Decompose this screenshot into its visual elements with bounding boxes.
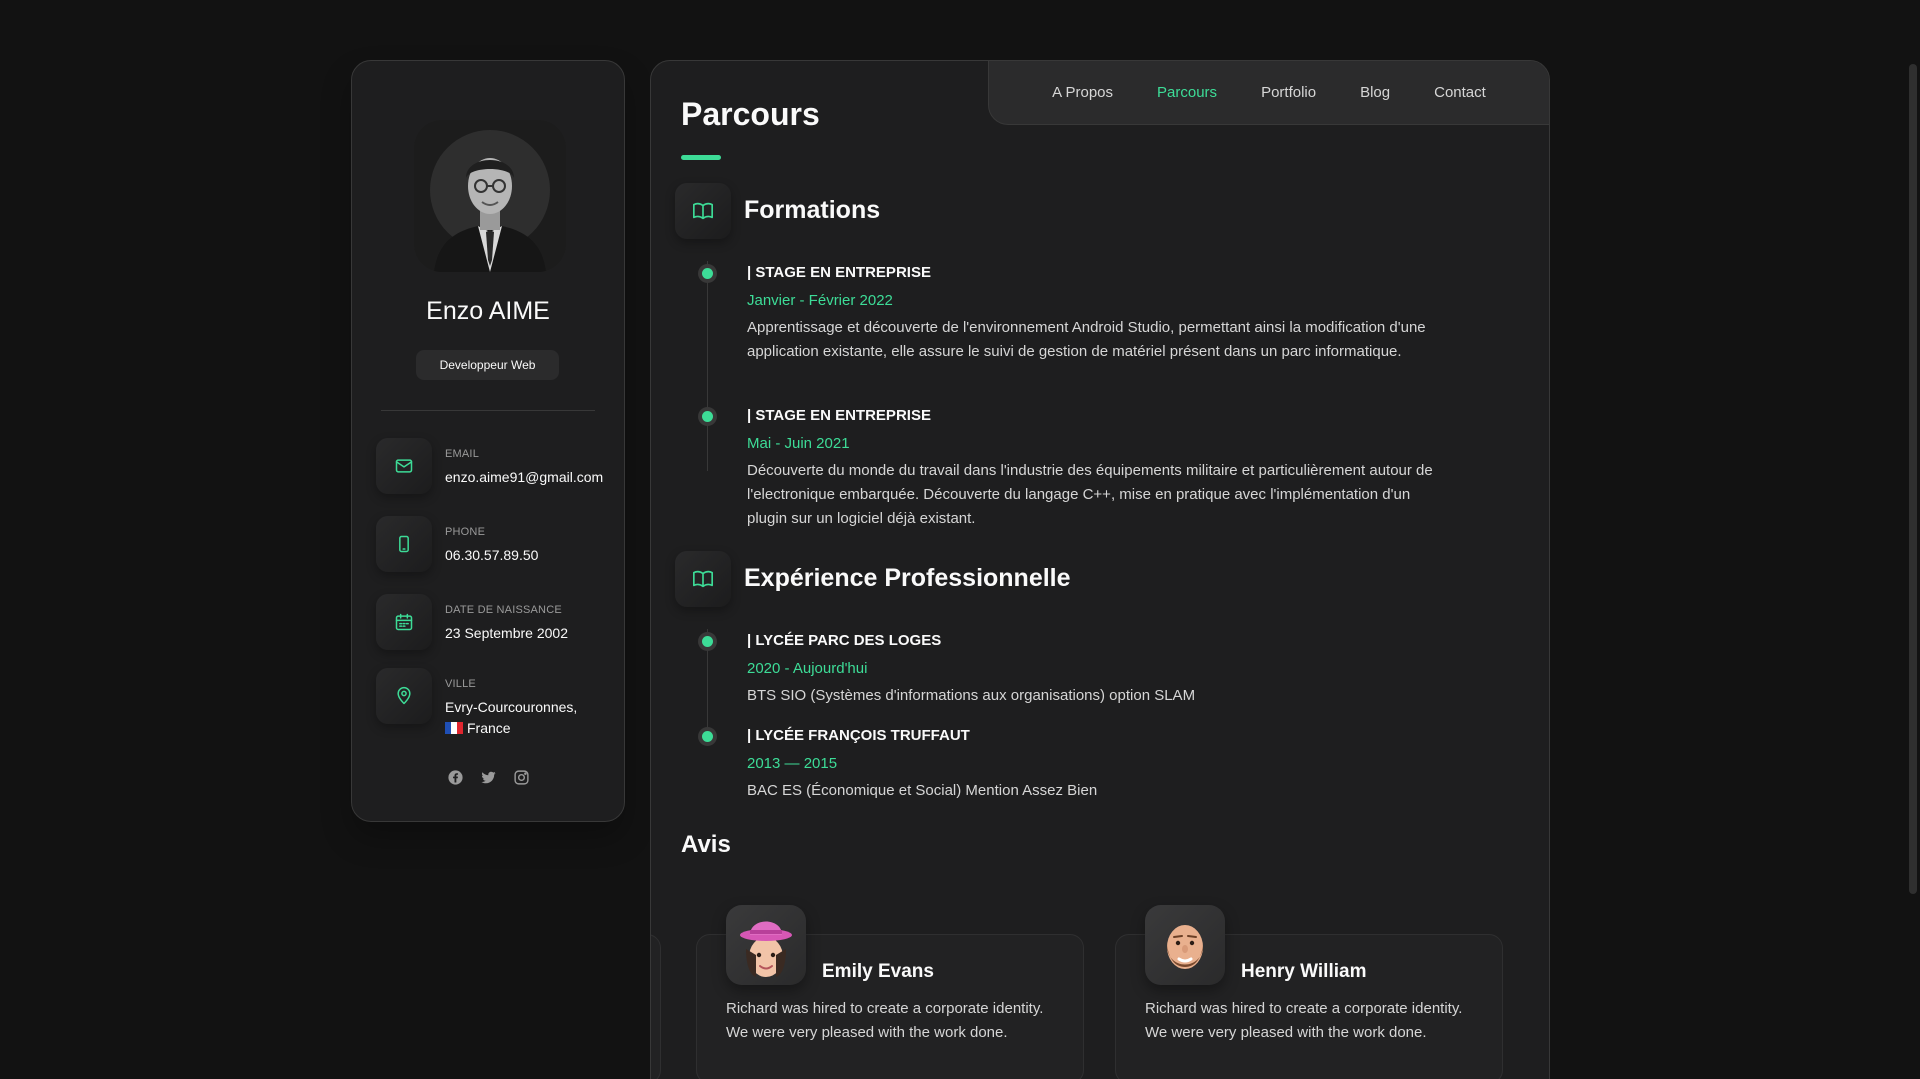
book-icon xyxy=(675,551,731,607)
timeline-item-title: | Lycée parc des loges xyxy=(747,632,942,649)
title-underline xyxy=(681,155,721,160)
timeline-item-text: BAC ES (Économique et Social) Mention As… xyxy=(747,782,1098,799)
facebook-icon[interactable] xyxy=(447,769,464,786)
timeline-dot xyxy=(702,731,713,742)
reviewer-avatar xyxy=(1145,905,1225,985)
nav-contact[interactable]: Contact xyxy=(1434,84,1486,101)
formations-timeline-line xyxy=(707,261,708,471)
book-icon xyxy=(675,183,731,239)
contact-email-label: Email xyxy=(445,448,480,460)
contact-city-value: Evry-Courcouronnes, France xyxy=(445,697,605,739)
memoji-woman-avatar xyxy=(740,921,792,977)
nav-parcours[interactable]: Parcours xyxy=(1157,84,1217,101)
timeline-dot xyxy=(702,268,713,279)
page-scrollbar[interactable] xyxy=(1906,0,1920,1079)
timeline-item-text: BTS SIO (Systèmes d'informations aux org… xyxy=(747,687,1196,704)
timeline-dot xyxy=(702,411,713,422)
nav-a-propos[interactable]: A Propos xyxy=(1052,84,1113,101)
contact-phone-value[interactable]: 06.30.57.89.50 xyxy=(445,545,605,566)
profile-title-badge: Developpeur Web xyxy=(416,350,559,380)
contact-email-value[interactable]: enzo.aime91@gmail.com xyxy=(445,467,605,488)
review-text: Richard was hired to create a corporate … xyxy=(1145,1000,1463,1041)
avis-title: Avis xyxy=(681,831,731,858)
phone-icon xyxy=(376,516,432,572)
timeline-item-title: | Stage en entreprise xyxy=(747,407,931,424)
timeline-item-date: 2013 — 2015 xyxy=(747,755,838,772)
main-content: A Propos Parcours Portfolio Blog Contact… xyxy=(650,60,1550,1079)
reviewer-name: Emily Evans xyxy=(822,961,934,982)
reviewer-name: Henry William xyxy=(1241,961,1367,982)
social-links xyxy=(352,769,624,786)
timeline-item-date: Mai - Juin 2021 xyxy=(747,435,850,452)
timeline-item-title: | Lycée François Truffaut xyxy=(747,727,970,744)
memoji-man-avatar xyxy=(1167,925,1203,969)
profile-avatar xyxy=(414,120,566,272)
country-name: France xyxy=(467,720,511,736)
contact-birthdate-label: Date de naissance xyxy=(445,604,562,616)
page-title: Parcours xyxy=(681,96,820,132)
review-card-partial[interactable] xyxy=(651,934,661,1079)
nav-blog[interactable]: Blog xyxy=(1360,84,1390,101)
formations-title: Formations xyxy=(744,196,881,224)
twitter-icon[interactable] xyxy=(480,769,497,786)
city-name: Evry-Courcouronnes, xyxy=(445,699,578,715)
experience-title: Expérience Professionnelle xyxy=(744,564,1071,592)
mail-icon xyxy=(376,438,432,494)
timeline-item-date: Janvier - Février 2022 xyxy=(747,292,893,309)
nav-portfolio[interactable]: Portfolio xyxy=(1261,84,1316,101)
profile-photo xyxy=(414,120,566,272)
contact-birthdate-value: 23 Septembre 2002 xyxy=(445,625,568,641)
review-text: Richard was hired to create a corporate … xyxy=(726,1000,1044,1041)
calendar-icon xyxy=(376,594,432,650)
profile-sidebar: Enzo AIME Developpeur Web Email enzo.aim… xyxy=(351,60,625,822)
review-card[interactable]: Henry William Richard was hired to creat… xyxy=(1115,905,1503,1079)
timeline-item-text: Découverte du monde du travail dans l'in… xyxy=(747,462,1433,527)
contact-city-label: Ville xyxy=(445,678,476,690)
top-navbar: A Propos Parcours Portfolio Blog Contact xyxy=(988,61,1549,125)
reviewer-avatar xyxy=(726,905,806,985)
timeline-dot xyxy=(702,636,713,647)
scrollbar-thumb[interactable] xyxy=(1909,64,1917,894)
instagram-icon[interactable] xyxy=(513,769,530,786)
timeline-item-title: | Stage en entreprise xyxy=(747,264,931,281)
timeline-item-text: Apprentissage et découverte de l'environ… xyxy=(747,319,1426,360)
contact-phone-label: Phone xyxy=(445,526,486,538)
timeline-item-date: 2020 - Aujourd'hui xyxy=(747,660,868,677)
profile-name: Enzo AIME xyxy=(426,297,550,325)
sidebar-separator xyxy=(381,410,595,411)
location-icon xyxy=(376,668,432,724)
review-card[interactable]: Emily Evans Richard was hired to create … xyxy=(696,905,1084,1079)
france-flag-icon xyxy=(445,719,463,734)
